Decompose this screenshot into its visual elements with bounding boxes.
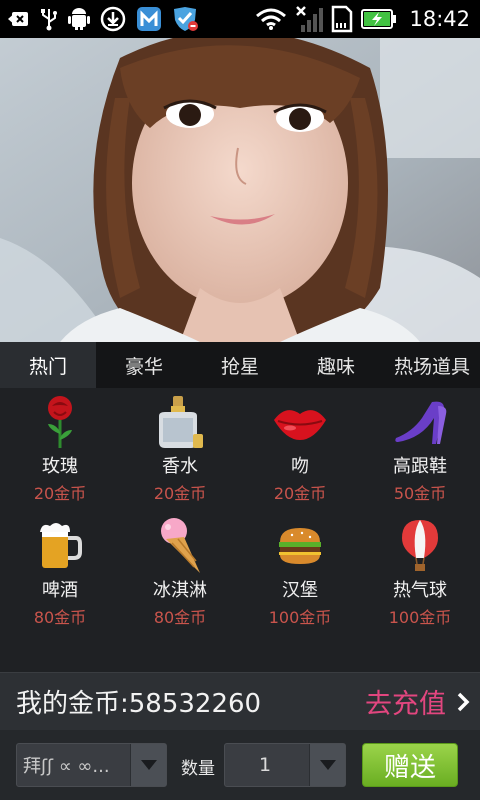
- download-icon: [100, 6, 126, 32]
- quantity-value: 1: [258, 754, 272, 776]
- clock: 18:42: [409, 7, 470, 31]
- high-heel-icon: [388, 392, 452, 452]
- gift-item-rose[interactable]: 玫瑰 20金币: [0, 388, 120, 508]
- tab-fun[interactable]: 趣味: [288, 342, 384, 388]
- quantity-label: 数量: [181, 759, 215, 779]
- gift-name: 冰淇淋: [153, 580, 207, 601]
- back-icon: [8, 9, 30, 29]
- gift-price: 100金币: [268, 608, 332, 627]
- gift-price: 20金币: [33, 484, 87, 503]
- burger-icon: [268, 516, 332, 576]
- gift-panel: 热门 豪华 抢星 趣味 热场道具 玫瑰 20金币 香水 20金币 吻 20金币: [0, 342, 480, 672]
- gift-item-kiss[interactable]: 吻 20金币: [240, 388, 360, 508]
- sd-card-icon: [331, 5, 353, 33]
- gift-item-burger[interactable]: 汉堡 100金币: [240, 512, 360, 632]
- hot-air-balloon-icon: [388, 516, 452, 576]
- wifi-icon: [255, 7, 287, 31]
- gift-name: 汉堡: [282, 580, 318, 601]
- tab-props[interactable]: 热场道具: [384, 342, 480, 388]
- lips-icon: [268, 392, 332, 452]
- recipient-value: 拜ʃʃ ∝ ∞...: [23, 756, 110, 777]
- beer-icon: [28, 516, 92, 576]
- gift-name: 玫瑰: [42, 456, 78, 477]
- chevron-right-icon[interactable]: [446, 673, 480, 731]
- ice-cream-icon: [148, 516, 212, 576]
- chevron-down-icon[interactable]: [130, 744, 166, 786]
- gift-item-perfume[interactable]: 香水 20金币: [120, 388, 240, 508]
- recharge-link[interactable]: 去充值: [365, 682, 446, 721]
- android-debug-icon: [68, 7, 90, 31]
- gift-price: 20金币: [273, 484, 327, 503]
- gift-name: 热气球: [393, 580, 447, 601]
- mail-app-icon: [136, 6, 162, 32]
- gift-item-high-heels[interactable]: 高跟鞋 50金币: [360, 388, 480, 508]
- gift-name: 高跟鞋: [393, 456, 447, 477]
- perfume-icon: [148, 392, 212, 452]
- tab-luxury[interactable]: 豪华: [96, 342, 192, 388]
- gift-price: 80金币: [33, 608, 87, 627]
- send-bar: 拜ʃʃ ∝ ∞... 数量 1 赠送: [0, 730, 480, 800]
- recipient-select[interactable]: 拜ʃʃ ∝ ∞...: [16, 743, 167, 787]
- shield-app-icon: [172, 6, 200, 32]
- usb-icon: [40, 7, 58, 31]
- coin-balance: 我的金币:58532260: [16, 689, 262, 719]
- gift-price: 20金币: [153, 484, 207, 503]
- no-signal-icon: [295, 5, 324, 33]
- gift-name: 啤酒: [42, 580, 78, 601]
- status-bar: 18:42: [0, 0, 480, 38]
- gift-item-beer[interactable]: 啤酒 80金币: [0, 512, 120, 632]
- gift-category-tabs: 热门 豪华 抢星 趣味 热场道具: [0, 342, 480, 388]
- quantity-select[interactable]: 1: [224, 743, 346, 787]
- send-button[interactable]: 赠送: [362, 743, 458, 787]
- gift-price: 100金币: [388, 608, 452, 627]
- gift-name: 吻: [291, 456, 309, 477]
- chevron-down-icon[interactable]: [309, 744, 345, 786]
- gift-price: 80金币: [153, 608, 207, 627]
- gift-price: 50金币: [393, 484, 447, 503]
- tab-star[interactable]: 抢星: [192, 342, 288, 388]
- gift-item-hot-air-balloon[interactable]: 热气球 100金币: [360, 512, 480, 632]
- gift-name: 香水: [162, 456, 198, 477]
- profile-photo[interactable]: [0, 38, 480, 342]
- rose-icon: [28, 392, 92, 452]
- coin-balance-bar: 我的金币:58532260 去充值: [0, 672, 480, 730]
- tab-hot[interactable]: 热门: [0, 342, 96, 388]
- battery-charging-icon: [361, 8, 397, 30]
- gift-item-ice-cream[interactable]: 冰淇淋 80金币: [120, 512, 240, 632]
